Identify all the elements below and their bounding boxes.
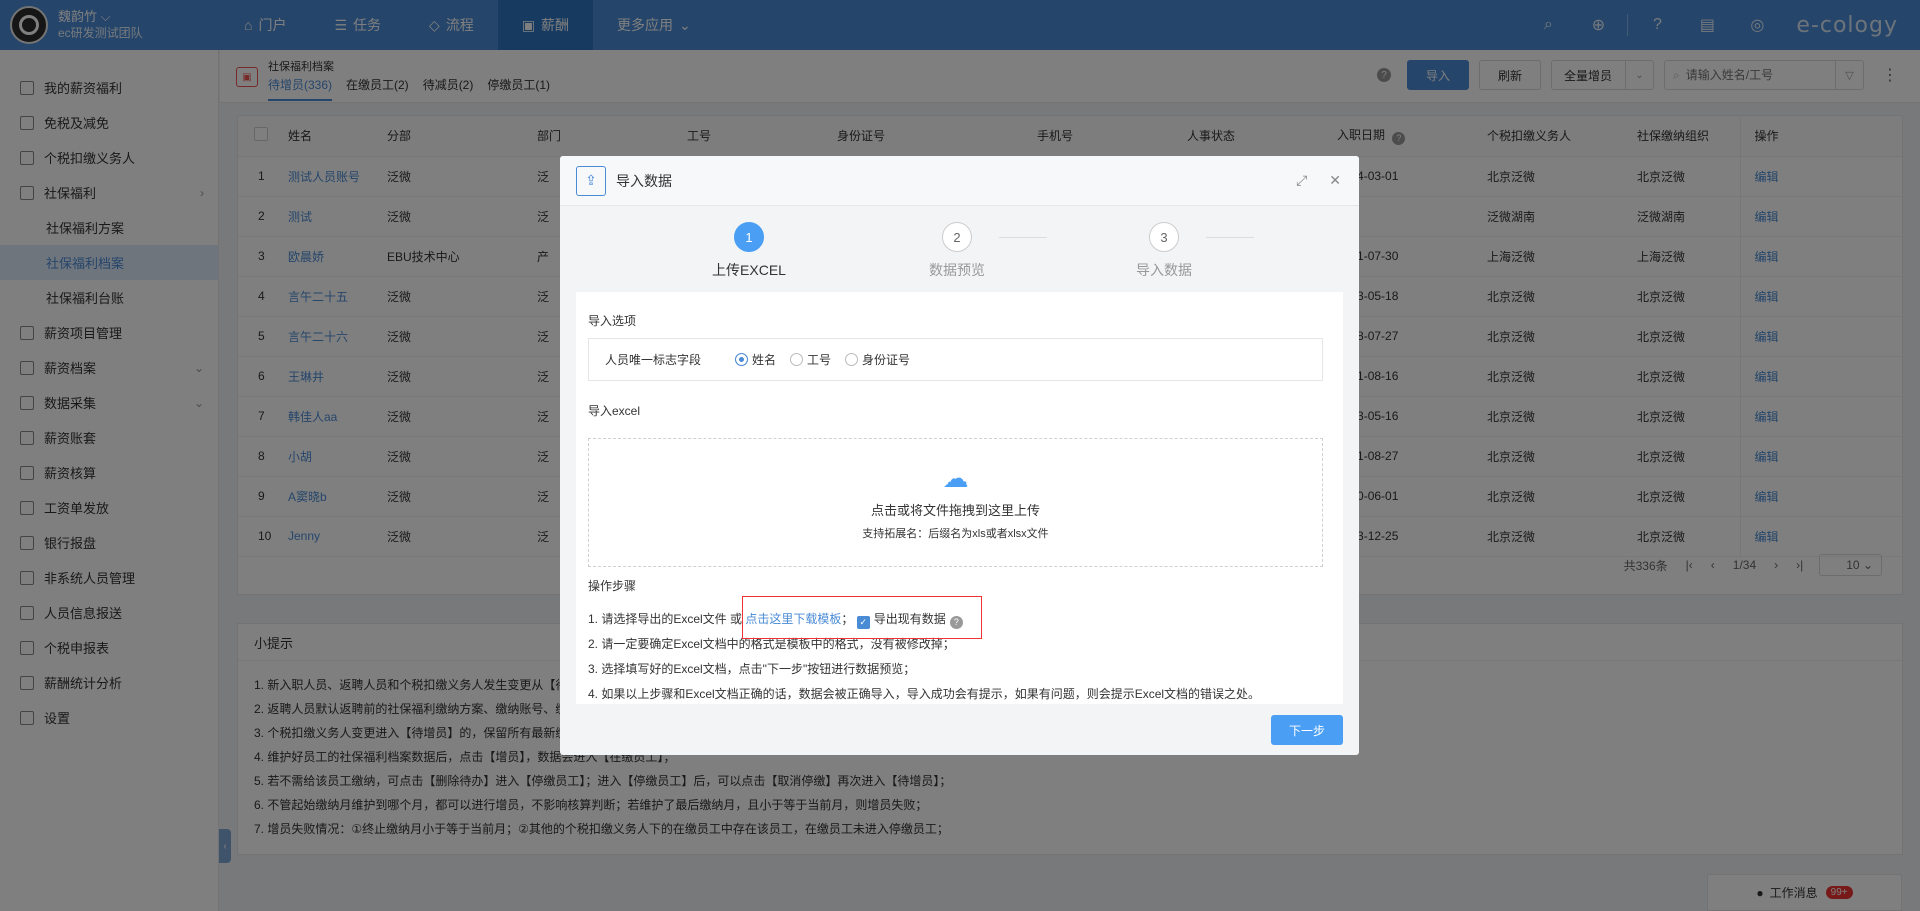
instruction-line: 3. 选择填写好的Excel文档，点击"下一步"按钮进行数据预览； <box>588 662 916 676</box>
instruction-line: 4. 如果以上步骤和Excel文档正确的话，数据会被正确导入，导入成功会有提示，… <box>588 687 1261 701</box>
step-import: 3 导入数据 <box>1104 222 1224 280</box>
step-number: 2 <box>942 222 972 252</box>
stepper: 1 上传EXCEL 2 数据预览 3 导入数据 <box>560 222 1359 282</box>
section-title: 导入excel <box>588 404 641 418</box>
radio-label: 工号 <box>807 353 832 367</box>
section-title: 导入选项 <box>588 314 637 328</box>
import-options: 人员唯一标志字段 姓名 工号 身份证号 <box>588 338 1323 381</box>
step-preview: 2 数据预览 <box>897 222 1017 280</box>
upload-icon: ⇪ <box>576 165 606 196</box>
unique-field-label: 人员唯一标志字段 <box>605 353 702 367</box>
step-upload: 1 上传EXCEL <box>689 222 809 280</box>
step-label: 上传EXCEL <box>712 262 786 278</box>
step-label: 数据预览 <box>929 262 985 278</box>
close-icon[interactable]: ✕ <box>1329 172 1341 189</box>
radio-label: 姓名 <box>752 353 777 367</box>
radio-dot <box>845 353 859 366</box>
radio-dot <box>735 353 749 366</box>
radio-name[interactable]: 姓名 <box>735 351 776 368</box>
modal-body: 导入选项 人员唯一标志字段 姓名 工号 身份证号 导入excel ☁ 点击或将文… <box>576 292 1343 704</box>
section-title: 操作步骤 <box>588 579 637 593</box>
radio-label: 身份证号 <box>862 353 911 367</box>
upload-dropzone[interactable]: ☁ 点击或将文件拖拽到这里上传 支持拓展名：后缀名为xls或者xlsx文件 <box>588 438 1323 567</box>
instruction-text: 1. 请选择导出的Excel文件 或 <box>588 612 743 626</box>
expand-icon[interactable]: ⤢ <box>1296 172 1307 189</box>
step-number: 1 <box>734 222 764 252</box>
modal-title: 导入数据 <box>616 172 672 189</box>
step-label: 导入数据 <box>1136 262 1192 278</box>
cloud-upload-icon: ☁ <box>942 463 969 493</box>
radio-employee-id[interactable]: 工号 <box>790 351 831 368</box>
highlight-annotation <box>742 596 982 639</box>
dropzone-hint: 支持拓展名：后缀名为xls或者xlsx文件 <box>862 528 1049 540</box>
step-number: 3 <box>1149 222 1179 252</box>
dropzone-text: 点击或将文件拖拽到这里上传 <box>870 503 1040 518</box>
import-modal: ⇪ 导入数据 ⤢ ✕ 1 上传EXCEL 2 数据预览 3 导入数据 导入选项 … <box>560 156 1359 755</box>
radio-dot <box>790 353 804 366</box>
radio-id-card[interactable]: 身份证号 <box>845 351 910 368</box>
next-button[interactable]: 下一步 <box>1270 715 1343 745</box>
